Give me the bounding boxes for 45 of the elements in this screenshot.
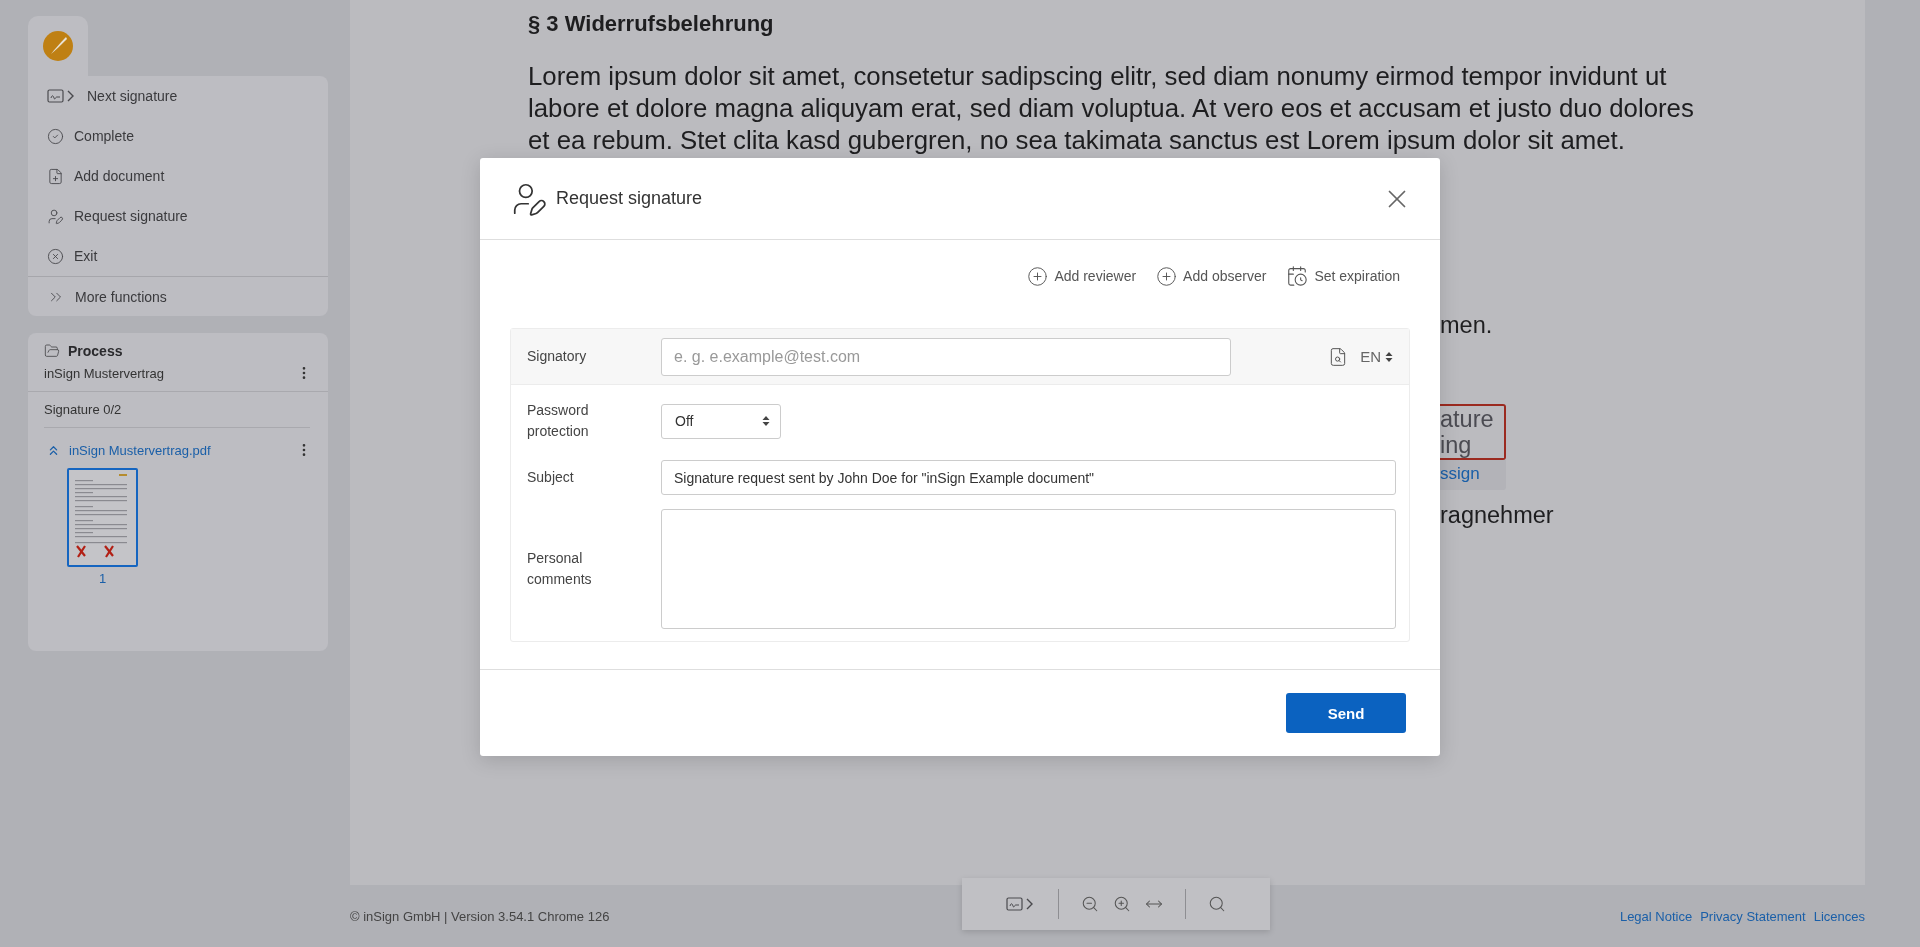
menu-item[interactable]: Add document <box>28 156 328 196</box>
field-label: Signatory <box>527 347 588 366</box>
document-text: men. <box>1440 311 1494 340</box>
check-circle-icon <box>47 127 64 145</box>
field-label: Subject <box>527 468 575 487</box>
folder-icon <box>44 343 60 359</box>
signature-count: Signature 0/2 <box>44 402 122 417</box>
more-functions-item[interactable]: More functions <box>28 276 328 316</box>
field-label: Password protection <box>527 401 590 441</box>
send-button[interactable]: Send <box>1286 693 1406 733</box>
document-link[interactable]: inSign Mustervertrag.pdf <box>69 442 211 458</box>
plus-circle-icon <box>1156 265 1178 287</box>
menu-item[interactable]: Request signature <box>28 196 328 236</box>
menu-item[interactable]: Complete <box>28 116 328 156</box>
zoom-out-icon[interactable] <box>1081 895 1099 913</box>
password-select[interactable]: Off <box>661 403 781 439</box>
process-title: Process <box>68 343 123 359</box>
field-label: Personal comments <box>527 549 593 589</box>
sort-arrows-icon <box>1385 350 1393 363</box>
subject-field[interactable]: Signature request sent by John Doe for "inSign Example document" <box>661 460 1396 495</box>
process-name: inSign Mustervertrag <box>44 365 164 381</box>
zoom-in-icon[interactable] <box>1113 895 1131 913</box>
dialog-title: Request signature <box>556 188 704 209</box>
sort-arrows-icon <box>762 415 770 427</box>
add-document-icon <box>47 167 64 185</box>
page-number: 1 <box>98 571 107 586</box>
comments-field[interactable] <box>661 509 1396 629</box>
menu-item[interactable]: Next signature <box>28 76 328 116</box>
language-select[interactable]: EN <box>1360 348 1393 365</box>
assign-button[interactable]: ssign <box>1440 460 1506 490</box>
dialog-action-link[interactable]: Set expiration <box>1286 265 1400 287</box>
dialog-action-link[interactable]: Add observer <box>1156 265 1267 287</box>
menu-item[interactable]: Exit <box>28 236 328 276</box>
search-icon[interactable] <box>1208 895 1226 913</box>
version-text: © inSign GmbH | Version 3.54.1 Chrome 126 <box>350 908 610 924</box>
plus-circle-icon <box>1027 265 1049 287</box>
section-heading: § 3 Widerrufsbelehrung <box>528 10 775 38</box>
signatory-field[interactable]: e. g. e.example@test.com <box>661 337 1231 376</box>
dialog-action-link[interactable]: Add reviewer <box>1027 265 1137 287</box>
document-paragraph: Lorem ipsum dolor sit amet, consetetur sadipscing elitr, sed diam nonumy eirmod tempor invidunt ut labore et dolore magna aliquyam erat, sed diam voluptua. At vero eos et accusam et justo duo dolores et ea rebum. Stet clita kasd gubergren, no sea takimata sanctus est Lorem ipsum dolor sit amet. <box>528 61 1695 156</box>
calendar-clock-icon <box>1286 265 1309 287</box>
logo-icon <box>43 31 73 61</box>
close-circle-icon <box>47 247 64 265</box>
user-pen-icon <box>47 207 64 225</box>
document-text: ragnehmer <box>1440 501 1555 530</box>
